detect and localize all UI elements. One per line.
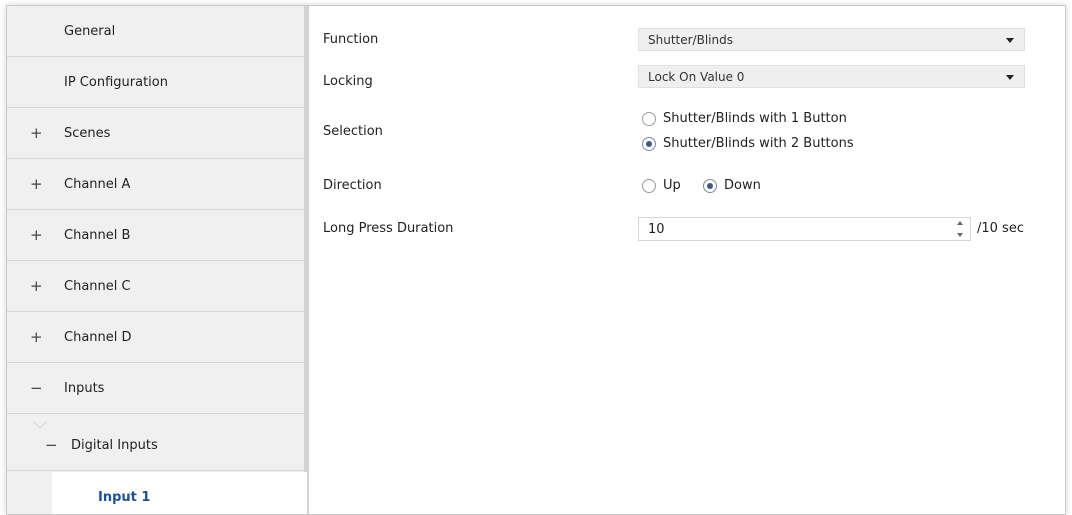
expand-icon[interactable]: + [30, 328, 43, 346]
radio-label: Up [663, 178, 681, 193]
sidebar-item-input-1[interactable]: Input 1 [52, 472, 307, 514]
sidebar-item-scenes[interactable]: + Scenes [7, 108, 304, 159]
spinner-icon[interactable] [956, 221, 964, 237]
radio-label: Shutter/Blinds with 2 Buttons [663, 136, 854, 151]
radio-button[interactable] [642, 111, 656, 126]
collapse-icon[interactable]: − [30, 379, 43, 397]
function-label: Function [323, 32, 379, 47]
function-dropdown[interactable]: Shutter/Blinds [638, 28, 1025, 51]
spin-up-icon[interactable] [957, 221, 963, 225]
function-value: Shutter/Blinds [648, 32, 733, 47]
selection-option-2-buttons[interactable]: Shutter/Blinds with 2 Buttons [642, 136, 854, 151]
chevron-down-icon [1006, 75, 1014, 80]
locking-label: Locking [323, 74, 373, 89]
long-press-label: Long Press Duration [323, 221, 454, 236]
expand-icon[interactable]: + [30, 277, 43, 295]
collapse-icon[interactable]: − [45, 436, 58, 454]
selection-label: Selection [323, 124, 383, 139]
expand-icon[interactable]: + [30, 124, 43, 142]
sidebar-item-digital-inputs[interactable]: − Digital Inputs [7, 420, 304, 471]
sidebar-item-label: Channel B [64, 227, 131, 243]
radio-button-checked[interactable] [703, 178, 717, 193]
unit-label: /10 sec [977, 221, 1024, 236]
long-press-value: 10 [648, 221, 665, 237]
sidebar-item-channel-d[interactable]: + Channel D [7, 312, 304, 363]
expand-icon[interactable]: + [30, 175, 43, 193]
sidebar-item-general[interactable]: General [7, 6, 304, 57]
expand-icon[interactable]: + [30, 226, 43, 244]
sidebar-item-channel-b[interactable]: + Channel B [7, 210, 304, 261]
long-press-duration-input[interactable]: 10 [638, 217, 971, 241]
sidebar-item-label: Digital Inputs [71, 437, 158, 453]
sidebar-item-label: Input 1 [98, 490, 151, 505]
radio-label: Down [724, 178, 761, 193]
sidebar-item-label: Inputs [64, 380, 105, 396]
radio-label: Shutter/Blinds with 1 Button [663, 111, 847, 126]
radio-button-checked[interactable] [642, 136, 656, 151]
locking-value: Lock On Value 0 [648, 69, 745, 84]
chevron-down-icon [1006, 38, 1014, 43]
sidebar-item-label: Channel D [64, 329, 132, 345]
sidebar-item-channel-c[interactable]: + Channel C [7, 261, 304, 312]
sidebar-item-channel-a[interactable]: + Channel A [7, 159, 304, 210]
sidebar-item-label: Channel C [64, 278, 131, 294]
direction-label: Direction [323, 178, 382, 193]
spin-down-icon[interactable] [957, 233, 963, 237]
sidebar-item-label: Channel A [64, 176, 131, 192]
window-frame: General IP Configuration + Scenes + Chan… [6, 5, 1066, 515]
locking-dropdown[interactable]: Lock On Value 0 [638, 65, 1025, 88]
sidebar-item-inputs[interactable]: − Inputs [7, 363, 304, 414]
sidebar-item-label: IP Configuration [64, 74, 168, 90]
sidebar-item-label: General [64, 23, 116, 39]
direction-option-up[interactable]: Up [642, 178, 681, 193]
sidebar-item-label: Scenes [64, 125, 111, 141]
sidebar-item-ip-configuration[interactable]: IP Configuration [7, 57, 304, 108]
direction-option-down[interactable]: Down [703, 178, 761, 193]
selection-option-1-button[interactable]: Shutter/Blinds with 1 Button [642, 111, 847, 126]
sidebar: General IP Configuration + Scenes + Chan… [7, 6, 309, 514]
parameter-panel: Function Shutter/Blinds Locking Lock On … [309, 6, 1065, 514]
radio-button[interactable] [642, 178, 656, 193]
